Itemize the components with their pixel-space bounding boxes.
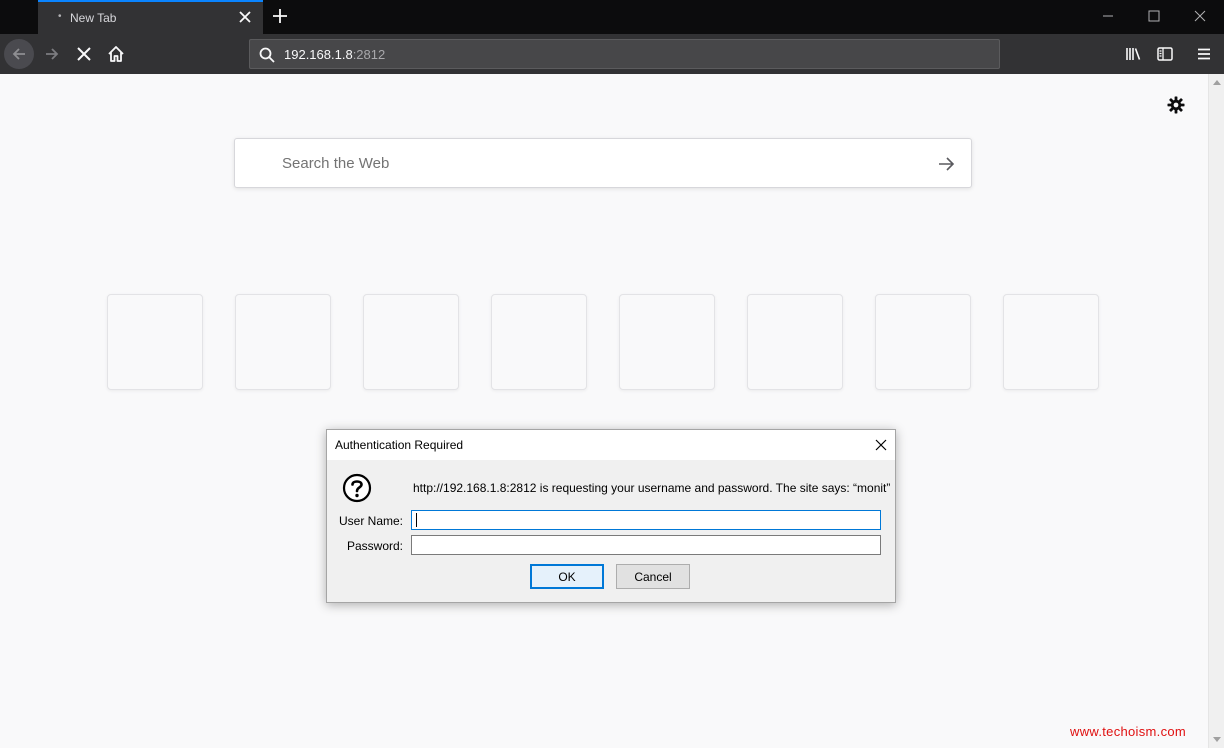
authentication-dialog: Authentication Required http://192.168.1… — [326, 429, 896, 603]
maximize-icon[interactable] — [1146, 8, 1162, 24]
search-placeholder: Search the Web — [282, 155, 390, 172]
top-site-tile[interactable] — [235, 294, 331, 390]
stop-button[interactable] — [69, 39, 99, 69]
home-icon — [108, 46, 124, 62]
cancel-button[interactable]: Cancel — [616, 564, 690, 589]
dialog-title: Authentication Required — [335, 438, 464, 452]
close-icon[interactable] — [237, 9, 253, 25]
minimize-icon[interactable] — [1100, 8, 1116, 24]
back-button[interactable] — [4, 39, 34, 69]
arrow-right-icon[interactable] — [935, 153, 957, 175]
text-caret — [416, 513, 417, 527]
top-site-tile[interactable] — [491, 294, 587, 390]
url-text: 192.168.1.8:2812 — [284, 47, 385, 62]
search-icon — [259, 47, 275, 63]
navigation-toolbar: 192.168.1.8:2812 — [0, 34, 1224, 74]
question-icon — [342, 473, 372, 503]
stop-icon — [77, 47, 91, 61]
top-site-tile[interactable] — [747, 294, 843, 390]
ok-button[interactable]: OK — [530, 564, 604, 589]
sidebar-icon — [1157, 47, 1173, 61]
watermark: www.techoism.com — [1070, 724, 1187, 739]
tab-new-tab[interactable]: • New Tab — [38, 0, 263, 34]
url-bar[interactable]: 192.168.1.8:2812 — [249, 39, 1000, 69]
web-search-input[interactable]: Search the Web — [234, 138, 972, 188]
menu-icon — [1198, 48, 1210, 60]
forward-button[interactable] — [37, 39, 67, 69]
gear-icon[interactable] — [1166, 95, 1186, 115]
password-field[interactable] — [411, 535, 881, 555]
username-label: User Name: — [338, 514, 403, 528]
top-site-tile[interactable] — [875, 294, 971, 390]
menu-button[interactable] — [1189, 39, 1219, 69]
top-site-tile[interactable] — [107, 294, 203, 390]
forward-arrow-icon — [46, 48, 59, 60]
top-site-tile[interactable] — [1003, 294, 1099, 390]
url-port: :2812 — [352, 47, 386, 62]
dialog-titlebar: Authentication Required — [327, 430, 895, 460]
vertical-scrollbar[interactable] — [1208, 74, 1224, 748]
tab-title: New Tab — [70, 11, 117, 25]
close-icon[interactable] — [1192, 8, 1208, 24]
sidebar-button[interactable] — [1150, 39, 1180, 69]
library-icon — [1126, 48, 1141, 60]
top-site-tile[interactable] — [619, 294, 715, 390]
home-button[interactable] — [101, 39, 131, 69]
tab-strip: • New Tab — [0, 0, 1224, 34]
close-icon[interactable] — [873, 437, 889, 453]
password-label: Password: — [346, 539, 403, 553]
top-site-tile[interactable] — [363, 294, 459, 390]
back-arrow-icon — [12, 48, 25, 60]
dialog-message: http://192.168.1.8:2812 is requesting yo… — [413, 481, 891, 495]
url-host: 192.168.1.8 — [284, 47, 353, 62]
username-field[interactable] — [411, 510, 881, 530]
scroll-down-icon[interactable] — [1213, 737, 1221, 742]
library-button[interactable] — [1118, 39, 1148, 69]
tab-loading-dot: • — [58, 11, 62, 22]
plus-icon[interactable] — [270, 6, 290, 26]
scroll-up-icon[interactable] — [1213, 80, 1221, 85]
